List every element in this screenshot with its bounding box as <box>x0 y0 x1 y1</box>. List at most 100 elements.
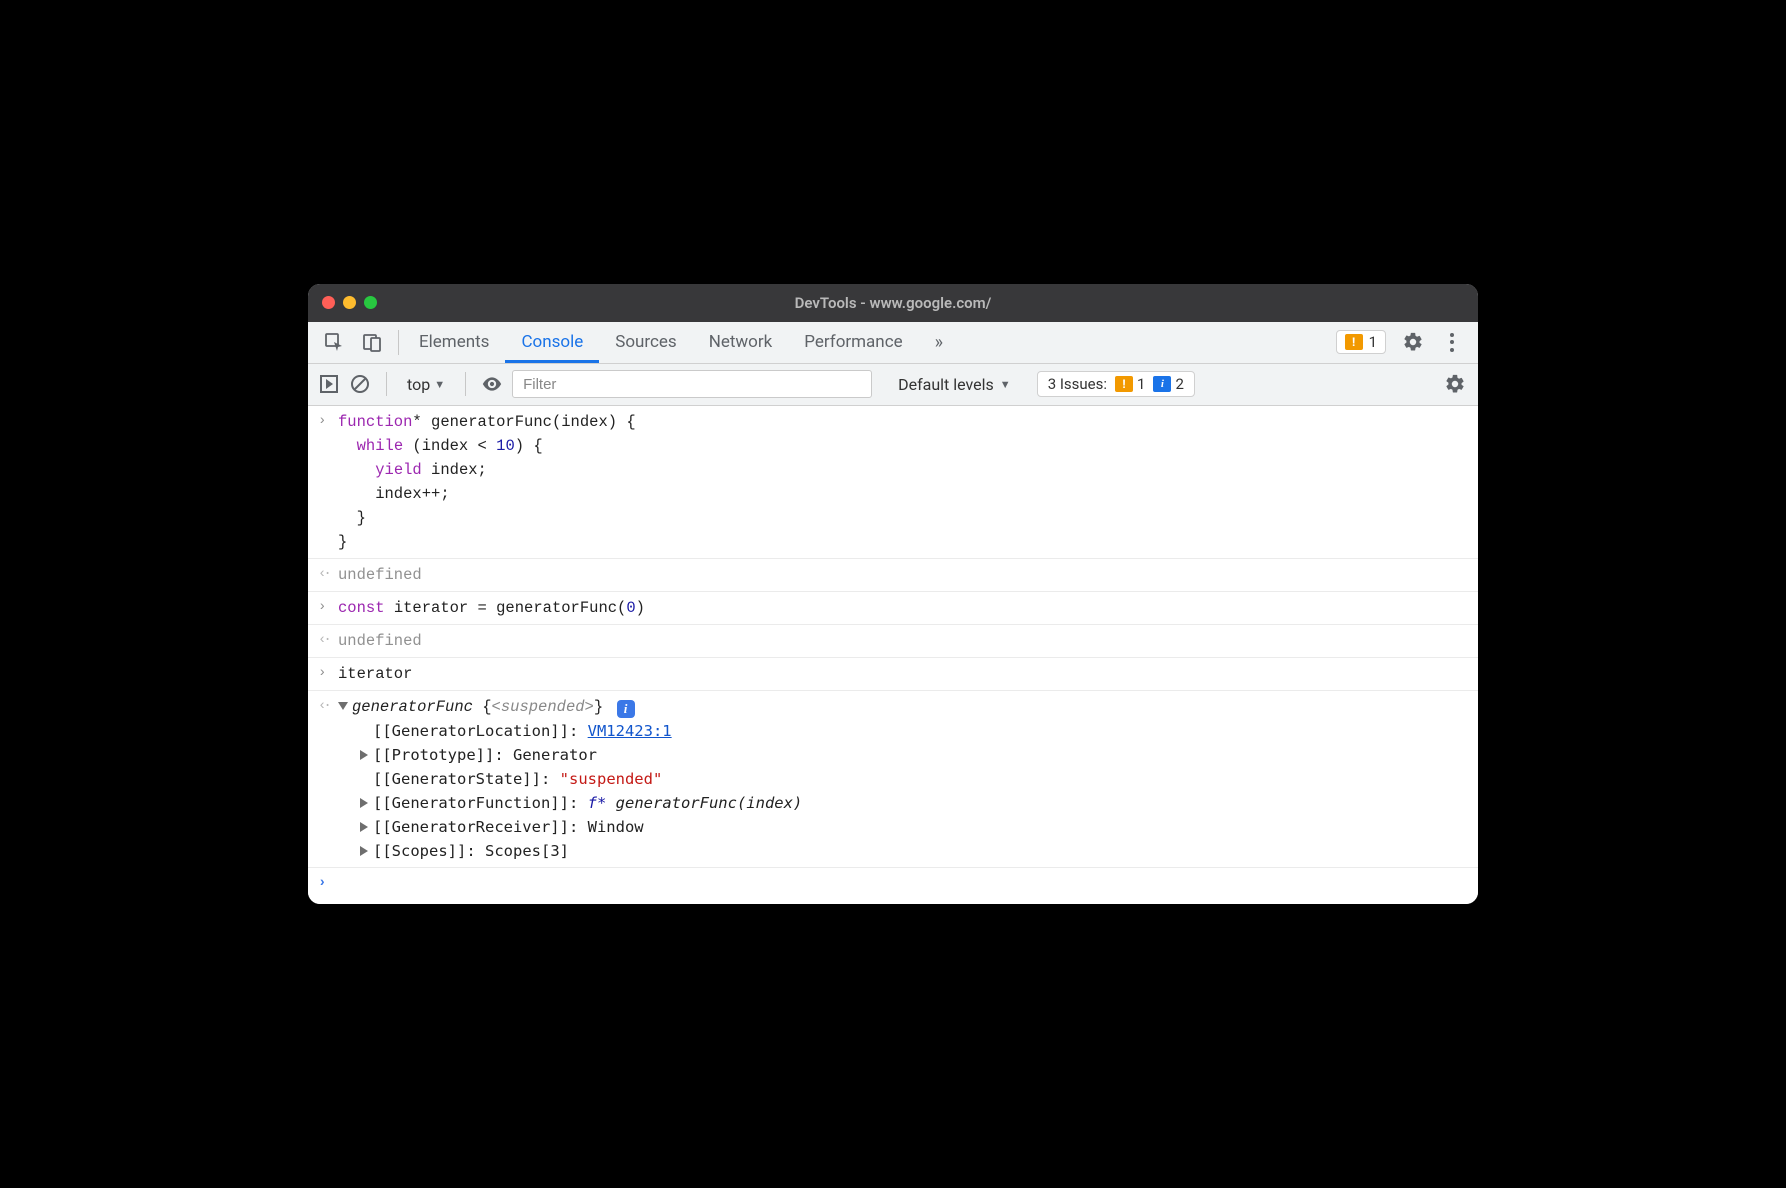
clear-console-button[interactable] <box>348 372 372 396</box>
console-settings-button[interactable] <box>1442 371 1468 397</box>
console-toolbar: top ▼ Default levels ▼ 3 Issues: ! 1 i 2 <box>308 364 1478 406</box>
devtools-window: DevTools - www.google.com/ Elements Cons… <box>308 284 1478 904</box>
property-value: Generator <box>513 746 597 764</box>
context-label: top <box>407 375 430 394</box>
object-property[interactable]: [[GeneratorState]]: "suspended" <box>360 767 1468 791</box>
gear-icon <box>1402 331 1424 353</box>
console-entry: ‹·undefined <box>308 625 1478 658</box>
warning-icon: ! <box>1115 376 1133 392</box>
errors-warnings-badge[interactable]: ! 1 <box>1336 330 1386 354</box>
eye-icon <box>482 376 502 392</box>
console-input-line[interactable] <box>338 872 1468 896</box>
object-expand-toggle[interactable] <box>338 698 352 716</box>
tab-console[interactable]: Console <box>505 322 599 363</box>
input-prompt-icon: › <box>318 410 338 554</box>
console-output-value: undefined <box>338 629 1468 653</box>
object-status: <suspended> <box>492 698 594 716</box>
issues-info-count: 2 <box>1175 375 1183 393</box>
issues-warn-count: 1 <box>1137 375 1145 393</box>
console-output-value: undefined <box>338 563 1468 587</box>
live-expression-button[interactable] <box>480 376 504 392</box>
console-input-code: iterator <box>338 662 1468 686</box>
input-prompt-icon: › <box>318 596 338 620</box>
console-input-code: function* generatorFunc(index) { while (… <box>338 410 1468 554</box>
expand-toggle-icon[interactable] <box>360 846 368 856</box>
tab-sources[interactable]: Sources <box>599 322 692 363</box>
tab-performance[interactable]: Performance <box>788 322 918 363</box>
output-marker-icon: ‹· <box>318 563 338 587</box>
tabs-separator <box>398 330 399 355</box>
issues-label: 3 Issues: <box>1048 375 1107 393</box>
toolbar-separator <box>465 372 466 396</box>
titlebar: DevTools - www.google.com/ <box>308 284 1478 322</box>
object-properties: [[GeneratorLocation]]: VM12423:1[[Protot… <box>338 719 1468 863</box>
tabs-bar: Elements Console Sources Network Perform… <box>308 322 1478 364</box>
gear-icon <box>1444 373 1466 395</box>
issues-button[interactable]: 3 Issues: ! 1 i 2 <box>1037 371 1195 397</box>
inspect-element-icon[interactable] <box>322 330 346 354</box>
console-output: ›function* generatorFunc(index) { while … <box>308 406 1478 904</box>
minimize-window-button[interactable] <box>343 296 356 309</box>
console-entry: ›const iterator = generatorFunc(0) <box>308 592 1478 625</box>
sidebar-toggle-icon <box>320 375 338 393</box>
console-input-code: const iterator = generatorFunc(0) <box>338 596 1468 620</box>
property-key: [[Prototype]] <box>373 746 494 764</box>
object-name: generatorFunc <box>352 698 473 716</box>
dropdown-caret-icon: ▼ <box>1000 378 1011 391</box>
console-output-object: generatorFunc {<suspended>} i [[Generato… <box>338 695 1468 863</box>
output-marker-icon: ‹· <box>318 629 338 653</box>
property-value: VM12423:1 <box>588 722 672 740</box>
expand-toggle-icon[interactable] <box>360 798 368 808</box>
property-key: [[GeneratorState]] <box>373 770 541 788</box>
console-entry: ‹·undefined <box>308 559 1478 592</box>
levels-label: Default levels <box>898 375 994 394</box>
device-toolbar-icon[interactable] <box>360 330 384 354</box>
toggle-console-sidebar-button[interactable] <box>318 373 340 395</box>
object-brace: } <box>594 698 603 716</box>
expand-toggle-icon[interactable] <box>360 822 368 832</box>
maximize-window-button[interactable] <box>364 296 377 309</box>
object-property[interactable]: [[Prototype]]: Generator <box>360 743 1468 767</box>
window-title: DevTools - www.google.com/ <box>795 294 992 312</box>
traffic-lights <box>322 296 377 309</box>
tabs-left-tools <box>316 322 394 363</box>
object-property[interactable]: [[Scopes]]: Scopes[3] <box>360 839 1468 863</box>
toolbar-separator <box>386 372 387 396</box>
console-prompt-row[interactable]: › <box>308 868 1478 900</box>
prompt-icon: › <box>318 872 338 896</box>
info-icon[interactable]: i <box>617 700 635 718</box>
log-levels-selector[interactable]: Default levels ▼ <box>890 375 1019 394</box>
input-prompt-icon: › <box>318 662 338 686</box>
context-selector[interactable]: top ▼ <box>401 375 451 394</box>
close-window-button[interactable] <box>322 296 335 309</box>
filter-input[interactable] <box>512 370 872 398</box>
property-key: [[GeneratorLocation]] <box>373 722 569 740</box>
property-value: f* generatorFunc(index) <box>588 794 803 812</box>
tabs-overflow-button[interactable]: » <box>919 322 955 363</box>
output-marker-icon: ‹· <box>318 695 338 863</box>
object-property[interactable]: [[GeneratorFunction]]: f* generatorFunc(… <box>360 791 1468 815</box>
clear-icon <box>350 374 370 394</box>
kebab-icon <box>1450 331 1454 353</box>
tab-elements[interactable]: Elements <box>403 322 505 363</box>
console-entry: ‹·generatorFunc {<suspended>} i [[Genera… <box>308 691 1478 868</box>
object-property[interactable]: [[GeneratorReceiver]]: Window <box>360 815 1468 839</box>
info-icon: i <box>1153 376 1171 392</box>
dropdown-caret-icon: ▼ <box>434 378 445 391</box>
property-value: Scopes[3] <box>485 842 569 860</box>
expand-toggle-icon[interactable] <box>360 750 368 760</box>
property-key: [[GeneratorReceiver]] <box>373 818 569 836</box>
property-key: [[GeneratorFunction]] <box>373 794 569 812</box>
settings-button[interactable] <box>1400 329 1426 355</box>
warning-icon: ! <box>1345 334 1363 350</box>
more-options-button[interactable] <box>1440 329 1464 355</box>
property-key: [[Scopes]] <box>373 842 466 860</box>
property-value: "suspended" <box>560 770 663 788</box>
console-entry: ›iterator <box>308 658 1478 691</box>
tab-network[interactable]: Network <box>693 322 789 363</box>
warnings-count: 1 <box>1369 333 1377 351</box>
object-brace: { <box>482 698 491 716</box>
object-property[interactable]: [[GeneratorLocation]]: VM12423:1 <box>360 719 1468 743</box>
property-value: Window <box>588 818 644 836</box>
console-entry: ›function* generatorFunc(index) { while … <box>308 406 1478 559</box>
